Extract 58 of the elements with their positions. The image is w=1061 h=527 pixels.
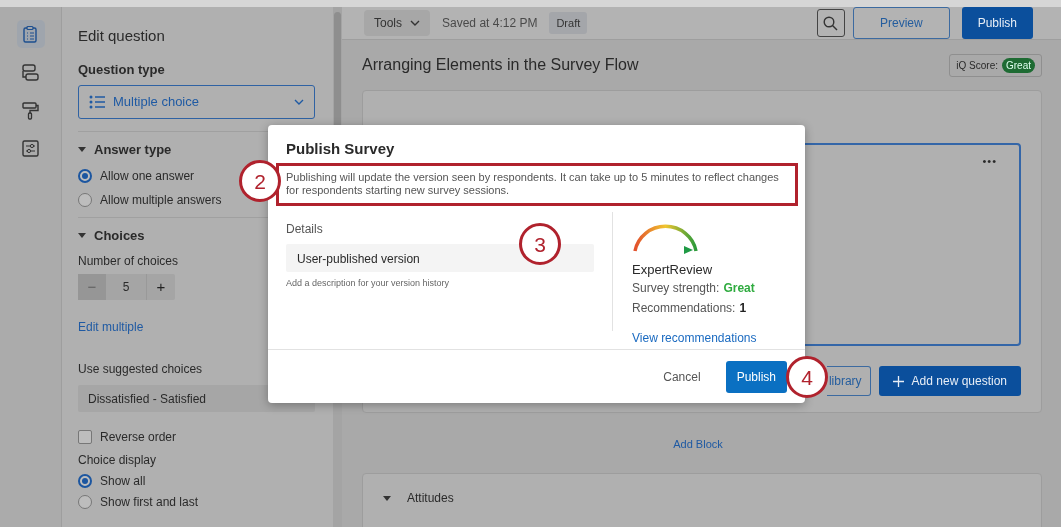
caret-down-icon[interactable] [78,232,86,238]
field-hint: Add a description for your version history [286,276,451,290]
block-title: Attitudes [407,490,454,507]
more-menu[interactable]: ••• [982,153,997,169]
dialog-title: Publish Survey [286,139,396,159]
edit-multiple-link[interactable]: Edit multiple [78,318,144,336]
caret-down-icon[interactable] [78,147,86,153]
survey-title: Arranging Elements in the Survey Flow [362,55,639,75]
plus-icon [892,375,904,387]
section-label: Question type [78,60,166,79]
publish-button[interactable]: Publish [961,7,1033,39]
list-icon [89,95,105,109]
option-label: Show all [100,473,146,490]
option-label: Allow multiple answers [100,191,222,209]
library-button[interactable]: library [826,366,871,396]
flow-icon [21,62,40,82]
paint-roller-icon [21,100,40,120]
question-type-select[interactable]: Multiple choice [78,85,315,119]
dialog-message: Publishing will update the version seen by respondents. It can take up to 5 minutes to reflect changes for respondents starting new survey sessions. [286,170,780,197]
strength-label: Survey strength: [632,280,720,297]
tools-menu[interactable]: Tools [364,10,430,36]
field-label: Details [286,220,324,238]
field-label: Choice display [78,452,158,469]
caret-down-icon[interactable] [383,495,391,501]
expert-review-title: ExpertReview [632,260,714,279]
rail-tab[interactable] [16,20,45,48]
cancel-button[interactable]: Cancel [662,366,702,387]
iq-score-button[interactable]: iQ Score: Great [949,53,1042,77]
section-heading: Choices [94,226,145,245]
radio-button[interactable] [78,495,92,509]
section-heading: Answer type [94,141,172,159]
save-status: Saved at 4:12 PM [442,15,538,32]
option-label: Reverse order [100,429,177,446]
clipboard-icon [21,24,40,44]
publish-button[interactable]: Publish [725,360,787,393]
field-label: Use suggested choices [78,361,204,378]
option-label: Show first and last [100,494,199,511]
increment-button[interactable]: + [147,274,175,300]
add-block-link[interactable]: Add Block [673,438,723,450]
option-label: Allow one answer [100,167,195,185]
search-icon [823,15,839,31]
chevron-down-icon [410,19,420,27]
radio-button[interactable] [78,474,92,488]
radio-button[interactable] [78,192,92,207]
view-recommendations-link[interactable]: View recommendations [632,329,757,347]
recommendations-label: Recommendations: [632,300,736,317]
add-question-button[interactable]: Add new question [878,366,1021,396]
search-button[interactable] [816,9,845,37]
sliders-icon [21,138,40,158]
status-badge: Draft [549,11,588,35]
panel-title: Edit question [78,26,166,46]
radio-button[interactable] [78,168,92,183]
chevron-down-icon [294,98,304,106]
checkbox[interactable] [78,430,92,444]
strength-value: Great [723,280,755,297]
preview-button[interactable]: Preview [852,7,950,39]
count-field[interactable]: 5 [106,274,147,300]
recommendations-count: 1 [739,300,747,317]
